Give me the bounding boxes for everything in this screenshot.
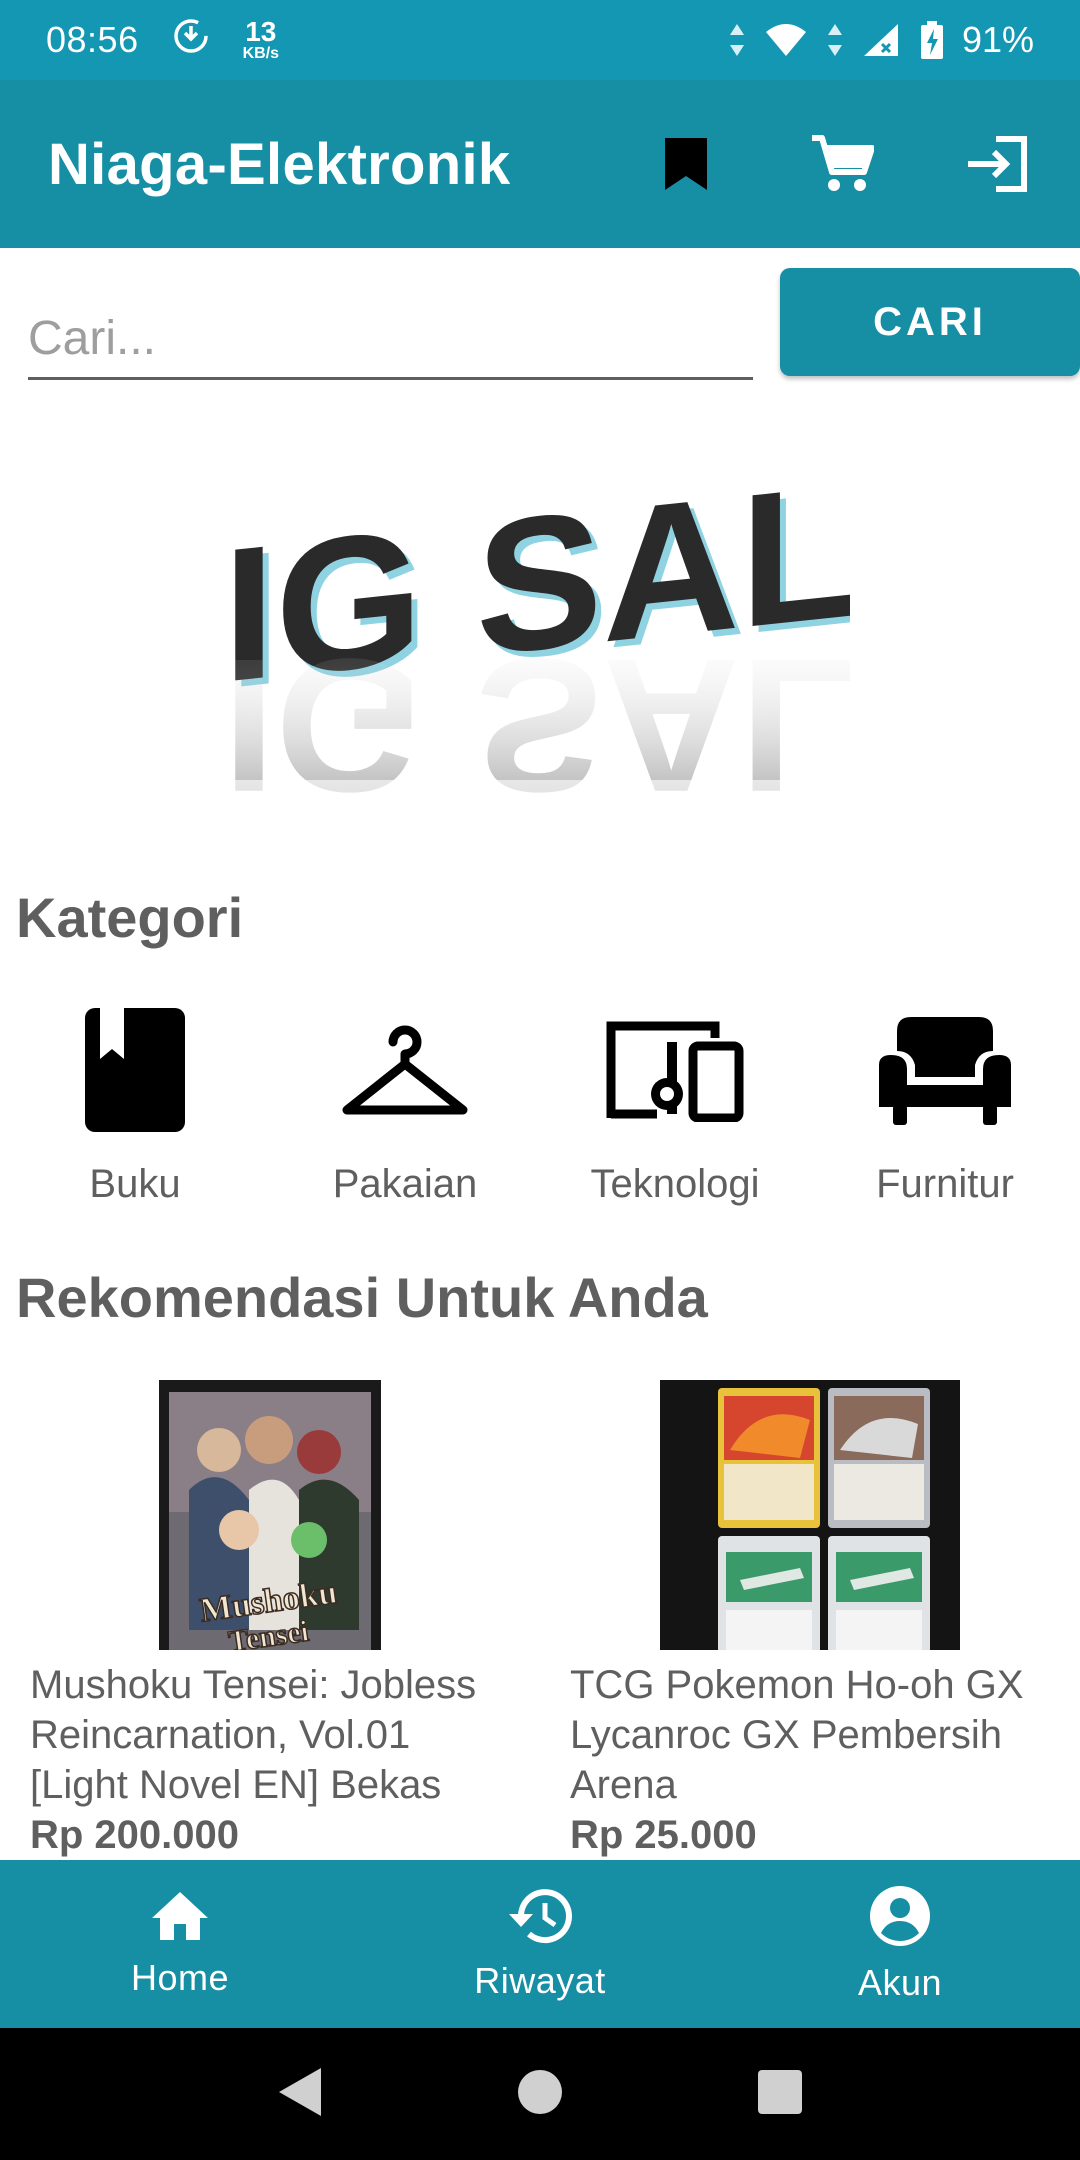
nav-akun[interactable]: Akun [720, 1860, 1080, 2028]
category-furnitur[interactable]: Furnitur [810, 1000, 1080, 1230]
category-label: Teknologi [590, 1162, 760, 1206]
back-icon[interactable] [277, 2066, 323, 2123]
product-card[interactable]: Mushoku Tensei Mushoku Tensei: Jobless R… [0, 1380, 540, 1860]
nav-label: Riwayat [474, 1959, 606, 2001]
category-label: Pakaian [332, 1162, 478, 1206]
category-label: Buku [89, 1162, 181, 1206]
data-arrows-icon [826, 22, 844, 58]
big-sale-banner[interactable]: BIG SALE BIG SALE BIG SALE [85, 420, 989, 860]
sofa-icon [870, 1000, 1020, 1140]
product-list: Mushoku Tensei Mushoku Tensei: Jobless R… [0, 1380, 1080, 1860]
account-icon [869, 1885, 931, 1952]
status-bar: 08:56 13 KB/s 91% [0, 0, 1080, 80]
category-pakaian[interactable]: Pakaian [270, 1000, 540, 1230]
status-time: 08:56 [46, 19, 139, 60]
search-button[interactable]: CARI [780, 268, 1080, 376]
product-card[interactable]: TCG Pokemon Ho-oh GX Lycanroc GX Pembers… [540, 1380, 1080, 1860]
app-title: Niaga-Elektronik [48, 131, 511, 197]
search-input[interactable] [28, 300, 753, 380]
battery-icon [920, 20, 944, 60]
bookmark-icon[interactable] [652, 130, 720, 198]
recents-icon[interactable] [757, 2069, 803, 2120]
home-icon [150, 1890, 210, 1947]
bottom-navigation: Home Riwayat Akun [0, 1860, 1080, 2028]
category-list: Buku Pakaian Teknologi Furnitur [0, 1000, 1080, 1230]
categories-title: Kategori [16, 886, 244, 949]
product-image[interactable]: Mushoku Tensei [159, 1380, 381, 1650]
product-image[interactable] [660, 1380, 960, 1650]
product-name: Mushoku Tensei: Jobless Reincarnation, V… [30, 1663, 477, 1807]
nav-riwayat[interactable]: Riwayat [360, 1860, 720, 2028]
product-price: Rp 25.000 [570, 1813, 757, 1857]
history-icon [507, 1887, 573, 1950]
nav-label: Akun [857, 1961, 943, 2003]
app-bar: Niaga-Elektronik [0, 80, 1080, 248]
book-icon [60, 1000, 210, 1140]
category-teknologi[interactable]: Teknologi [540, 1000, 810, 1230]
wifi-icon [764, 22, 808, 58]
nav-label: Home [130, 1956, 230, 1998]
network-speed: 13 KB/s [242, 16, 280, 62]
category-label: Furnitur [876, 1162, 1014, 1206]
category-buku[interactable]: Buku [0, 1000, 270, 1230]
battery-level: 91% [961, 19, 1034, 60]
login-icon[interactable] [964, 130, 1032, 198]
search-bar: CARI [0, 248, 1080, 398]
recommendations-title: Rekomendasi Untuk Anda [16, 1266, 708, 1329]
system-navigation-bar [0, 2028, 1080, 2160]
signal-icon [862, 22, 902, 58]
product-name: TCG Pokemon Ho-oh GX Lycanroc GX Pembers… [570, 1663, 1024, 1807]
product-price: Rp 200.000 [30, 1813, 240, 1857]
devices-icon [600, 1000, 750, 1140]
hanger-icon [330, 1000, 480, 1140]
cart-icon[interactable] [808, 130, 876, 198]
sync-icon [171, 16, 211, 65]
data-arrows-icon [728, 22, 746, 58]
home-circle-icon[interactable] [517, 2069, 563, 2120]
nav-home[interactable]: Home [0, 1860, 360, 2028]
